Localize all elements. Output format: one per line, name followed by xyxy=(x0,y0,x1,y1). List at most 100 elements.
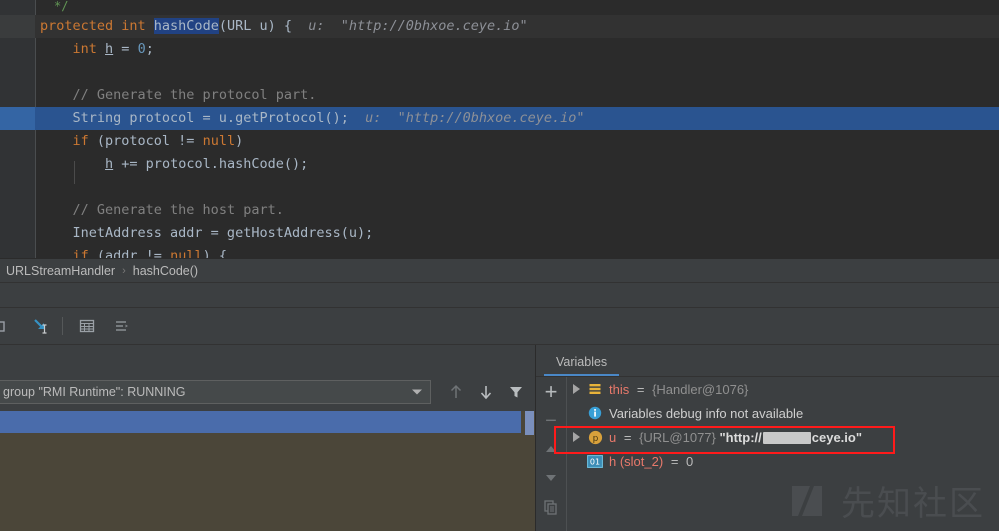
frames-list[interactable] xyxy=(0,411,535,531)
variable-reference: {Handler@1076} xyxy=(652,381,749,397)
code-line[interactable]: InetAddress addr = getHostAddress(u); xyxy=(0,222,999,245)
variable-value: 0 xyxy=(686,453,694,469)
primitive-value-icon: 01 xyxy=(585,454,605,468)
code-line[interactable]: if (protocol != null) xyxy=(0,130,999,153)
code-token: += protocol.hashCode(); xyxy=(113,156,309,172)
frames-scrollbar-thumb[interactable] xyxy=(525,411,534,435)
code-lines: */ protected int hashCode(URL u) { u: "ht… xyxy=(0,0,999,258)
debugger-toolbar[interactable] xyxy=(0,308,999,345)
code-token: (URL u) { xyxy=(218,18,292,34)
code-line[interactable]: // Generate the protocol part. xyxy=(0,84,999,107)
tab-variables-label: Variables xyxy=(556,354,608,369)
inline-debug-hint: u: "http://0bhxoe.ceye.io" xyxy=(291,18,528,34)
layout-settings-icon[interactable] xyxy=(107,312,135,340)
code-line[interactable]: String protocol = u.getProtocol(); u: "h… xyxy=(0,107,999,130)
gutter-line-marker xyxy=(0,84,35,107)
watermark: 先知社区 xyxy=(788,476,985,525)
parameter-icon: p xyxy=(585,430,605,445)
inline-debug-hint: u: "http://0bhxoe.ceye.io" xyxy=(348,110,585,126)
variable-equals: = xyxy=(620,429,636,445)
code-token: h xyxy=(105,41,114,57)
variables-tabbar: Variables xyxy=(536,345,999,377)
variable-row[interactable]: 01 h (slot_2) = 0 xyxy=(567,449,999,473)
code-line[interactable]: int h = 0; xyxy=(0,38,999,61)
code-token: = xyxy=(113,41,138,57)
code-line[interactable] xyxy=(0,61,999,84)
thread-selector-row: group "RMI Runtime": RUNNING xyxy=(0,377,535,407)
info-icon xyxy=(585,406,605,420)
gutter-line-marker xyxy=(0,38,35,61)
watermark-logo-icon xyxy=(792,485,822,516)
copy-value-button[interactable] xyxy=(536,493,566,521)
code-editor[interactable]: */ protected int hashCode(URL u) { u: "ht… xyxy=(0,0,999,258)
code-token: hashCode xyxy=(153,18,219,34)
chevron-down-icon xyxy=(412,389,422,395)
object-field-icon xyxy=(585,382,605,396)
indent-guide xyxy=(74,161,75,184)
code-token: ; xyxy=(145,41,154,57)
watermark-text: 先知社区 xyxy=(841,484,985,524)
code-token: ) xyxy=(235,133,244,149)
frame-list-item-selected[interactable] xyxy=(0,411,521,433)
code-token: null xyxy=(202,133,236,149)
thread-selector-dropdown[interactable]: group "RMI Runtime": RUNNING xyxy=(0,380,431,404)
code-line[interactable]: protected int hashCode(URL u) { u: "http… xyxy=(0,15,999,38)
variable-row[interactable]: this = {Handler@1076} xyxy=(567,377,999,401)
frames-scrollbar[interactable] xyxy=(524,411,535,531)
move-watch-up-button[interactable] xyxy=(536,435,566,463)
gutter-line-marker xyxy=(0,153,35,176)
variable-row[interactable]: p u = {URL@1077} "http:// ceye.io" xyxy=(567,425,999,449)
code-line[interactable]: */ xyxy=(0,0,999,15)
variable-equals: = xyxy=(667,453,683,469)
move-watch-down-button[interactable] xyxy=(536,463,566,493)
svg-text:p: p xyxy=(592,434,598,444)
variable-row[interactable]: Variables debug info not available xyxy=(567,401,999,425)
code-token: (addr != xyxy=(96,248,171,258)
evaluate-expression-icon[interactable] xyxy=(73,312,101,340)
filter-frames-icon[interactable] xyxy=(501,379,531,405)
code-line[interactable]: if (addr != null) { xyxy=(0,245,999,258)
code-line[interactable]: h += protocol.hashCode(); xyxy=(0,153,999,176)
code-line[interactable]: // Generate the host part. xyxy=(0,199,999,222)
step-out-icon[interactable] xyxy=(0,312,16,340)
frames-pane-header xyxy=(0,345,535,360)
variable-equals: = xyxy=(633,381,649,397)
code-token: null xyxy=(170,248,203,258)
gutter-line-marker xyxy=(0,15,35,38)
variable-row-text: this = {Handler@1076} xyxy=(609,382,748,397)
frame-up-button[interactable] xyxy=(441,379,471,405)
breadcrumb-method[interactable]: hashCode() xyxy=(133,264,198,278)
toolbar-divider xyxy=(62,317,63,335)
variable-row-text: h (slot_2) = 0 xyxy=(609,454,693,469)
tab-variables[interactable]: Variables xyxy=(544,349,620,376)
gutter-line-marker xyxy=(0,176,35,199)
gutter-line-marker xyxy=(0,61,35,84)
variables-side-toolbar[interactable]: + − xyxy=(536,377,566,531)
code-token: h xyxy=(105,156,114,172)
breadcrumb-class[interactable]: URLStreamHandler xyxy=(6,264,115,278)
remove-watch-button[interactable]: − xyxy=(536,407,566,435)
expand-arrow-icon[interactable] xyxy=(567,384,585,394)
variable-reference: {URL@1077} xyxy=(639,429,716,445)
frame-down-button[interactable] xyxy=(471,379,501,405)
redacted-value-mask xyxy=(762,432,811,445)
svg-text:01: 01 xyxy=(590,457,600,466)
code-token: int xyxy=(72,41,106,57)
variable-name: this xyxy=(609,381,630,397)
add-watch-button[interactable]: + xyxy=(536,377,566,407)
code-token: int xyxy=(121,18,154,34)
code-line[interactable] xyxy=(0,176,999,199)
force-step-into-icon[interactable] xyxy=(26,312,54,340)
code-token: // Generate the protocol part. xyxy=(72,87,317,103)
thread-selector-value: group "RMI Runtime": RUNNING xyxy=(3,385,186,399)
breadcrumb[interactable]: URLStreamHandler › hashCode() xyxy=(0,258,999,282)
expand-arrow-icon[interactable] xyxy=(567,432,585,442)
code-token: ) { xyxy=(202,248,227,258)
code-token: */ xyxy=(54,0,69,13)
gutter-line-marker xyxy=(0,107,35,130)
